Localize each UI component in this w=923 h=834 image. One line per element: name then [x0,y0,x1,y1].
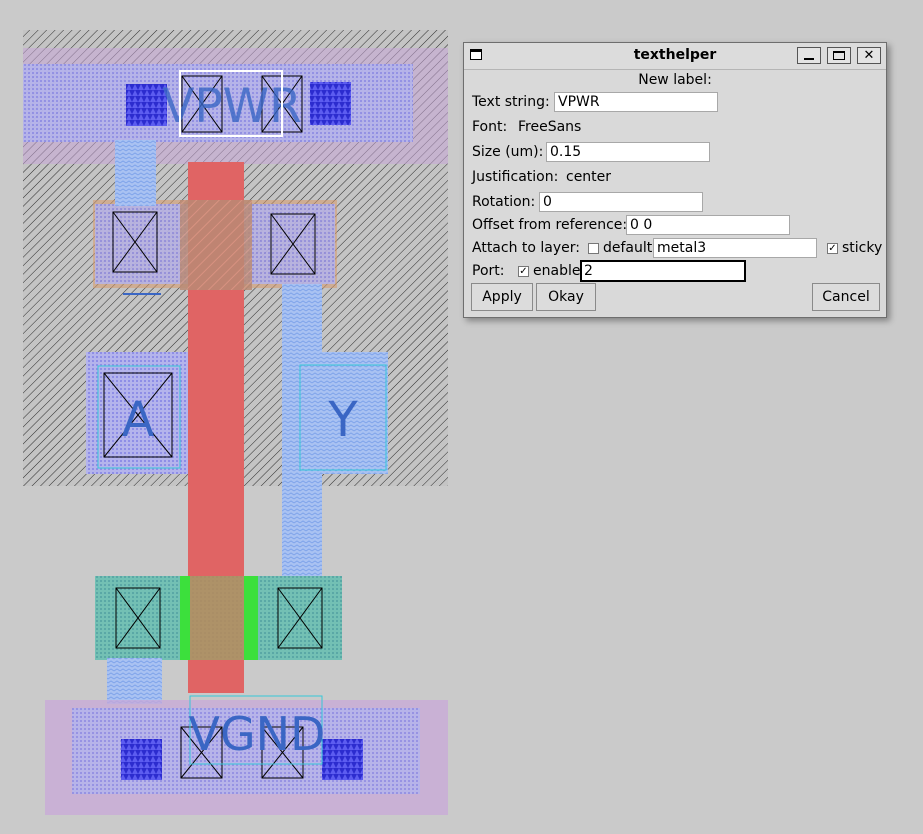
cancel-button[interactable]: Cancel [812,283,880,311]
justification-label: Justification: [472,169,559,185]
label-a[interactable]: A [122,392,155,448]
size-label: Size (um): [472,144,544,160]
nmos-gate-overlap [190,576,244,660]
rotation-label: Rotation: [472,194,536,210]
apply-button[interactable]: Apply [471,283,533,311]
font-label: Font: [472,119,508,135]
attach-layer-label: Attach to layer: [472,240,581,256]
new-label-heading: New label: [638,72,712,88]
label-y[interactable]: Y [327,392,358,448]
port-enable-label: enable [533,263,581,279]
dialog-titlebar[interactable]: texthelper [464,43,886,70]
sticky-checkbox-label: sticky [842,240,883,256]
port-index-input[interactable] [580,260,746,282]
label-vgnd[interactable]: VGND [189,707,326,761]
vgnd-via-left [121,739,162,780]
close-icon[interactable] [857,47,881,64]
poly-gate-pmos-overlap [180,200,252,290]
text-string-input[interactable] [554,92,718,112]
met1-strap-vgnd [107,658,162,704]
okay-button[interactable]: Okay [536,283,596,311]
new-label-heading-row: New label: [464,69,886,91]
rotation-input[interactable] [539,192,703,212]
size-input[interactable] [546,142,710,162]
text-string-label: Text string: [472,94,550,110]
vpwr-via-right [310,82,351,125]
layer-input[interactable] [653,238,817,258]
ndiff-green-right [244,576,258,660]
texthelper-dialog[interactable]: texthelper New label: Text string: Font:… [463,42,887,318]
attach-layer-row: Attach to layer: default ✓ sticky [472,237,882,259]
default-checkbox[interactable] [588,243,599,254]
sticky-checkbox[interactable]: ✓ [827,243,838,254]
justification-value[interactable]: center [566,166,611,188]
vgnd-via-right [322,739,363,780]
font-value[interactable]: FreeSans [518,116,581,138]
dialog-title: texthelper [633,47,717,63]
offset-label: Offset from reference: [472,217,628,233]
label-vpwr[interactable]: VPWR [162,79,302,134]
met1-strap-vpwr [115,140,156,206]
vpwr-via-left [126,84,167,126]
default-checkbox-label: default [603,240,653,256]
maximize-icon[interactable] [827,47,851,64]
ndiff-green-left [180,576,190,660]
offset-input[interactable] [626,215,790,235]
minimize-icon[interactable] [797,47,821,64]
port-enable-checkbox[interactable]: ✓ [518,266,529,277]
port-label: Port: [472,263,505,279]
